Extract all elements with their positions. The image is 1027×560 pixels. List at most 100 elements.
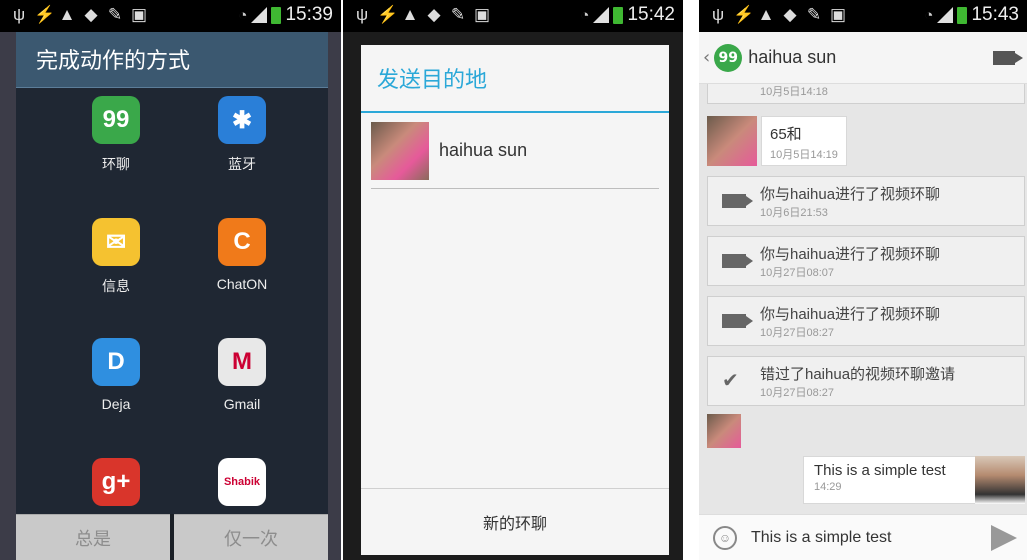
missed-call-icon: ✔ [722,370,739,392]
event-time: 10月5日14:18 [760,86,828,98]
chooser-dialog: 完成动作的方式 99 环聊 ✱ 蓝牙 ✉ 信息 C ChatON D Deja M Gmail g+ Sh… [16,32,328,560]
battery-icon [957,6,968,24]
event-time: 10月27日08:07 [760,266,834,279]
status-right: ◔ 15:43 [924,4,1019,26]
message-time: 10月5日14:19 [770,149,838,161]
compose-bar: ☺ This is a simple test [699,514,1027,560]
app-item[interactable]: 99 环聊 [56,96,176,174]
app-item[interactable]: g+ [56,458,176,516]
avatar [707,116,757,166]
clean-icon: ✎ [450,5,466,24]
dialog-title: 发送目的地 [361,45,669,113]
google-plus-icon: g+ [92,458,140,506]
conversation-title: haihua sun [748,47,837,67]
emoji-icon[interactable]: ☺ [713,525,737,550]
event-time: 10月27日08:27 [760,326,834,339]
video-call-icon[interactable] [993,50,1023,65]
just-once-button[interactable]: 仅一次 [174,514,328,560]
hangouts-icon: 99 [714,43,743,72]
signal-icon [251,7,268,23]
event-row: 你与haihua进行了视频环聊 10月6日21:53 [707,176,1025,226]
share-chooser-screen: ψ ⚡ ▲ ◆ ✎ ▣ ◔ 15:39 完成动作的方式 99 环聊 ✱ 蓝牙 ✉ 信息 C C… [0,0,341,560]
clean-icon: ✎ [107,5,123,24]
status-bar: ψ ⚡ ▲ ◆ ✎ ▣ ◔ 15:43 [699,0,1027,32]
my-avatar [975,456,1025,504]
conversation-screen: ψ ⚡ ▲ ◆ ✎ ▣ ◔ 15:43 ‹ 99 haihua sun 10月5… [699,0,1027,560]
app-item[interactable]: D Deja [56,338,176,412]
app-item[interactable]: Shabik [182,458,302,516]
clock: 15:42 [627,4,675,25]
video-camera-icon [722,254,753,268]
usb-icon: ψ [711,5,725,24]
sync-icon: ⚡ [733,5,755,24]
clock: 15:39 [285,4,333,25]
avatar [371,121,429,180]
chaton-icon: C [218,218,266,266]
notification-icons: ψ ⚡ ▲ ◆ ✎ ▣ [10,6,148,24]
event-time: 10月27日08:27 [760,386,834,399]
notification-icons: ψ ⚡ ▲ ◆ ✎ ▣ [709,6,847,24]
chooser-buttons: 总是 仅一次 [16,514,328,560]
image-icon: ▣ [473,5,491,24]
send-icon[interactable] [991,524,1017,551]
send-to-dialog: 发送目的地 haihua sun 新的环聊 [361,45,669,555]
new-hangout-button[interactable]: 新的环聊 [361,488,669,555]
app-label: 蓝牙 [228,156,256,172]
contact-name: haihua sun [439,140,528,160]
conversation-header: ‹ 99 haihua sun [699,32,1027,84]
back-icon[interactable]: ‹ [703,47,710,68]
signal-icon [937,7,954,23]
usb-icon: ψ [12,5,26,24]
signal-icon [593,7,610,23]
app-icon: ◆ [427,5,441,24]
wifi-icon: ◔ [924,6,934,24]
dialog-title: 完成动作的方式 [16,32,328,88]
event-row: 你与haihua进行了视频环聊 10月27日08:07 [707,236,1025,286]
clock: 15:43 [971,4,1019,25]
app-label: 环聊 [102,156,130,172]
prev-event: 10月5日14:18 [707,84,1025,104]
video-camera-icon [722,314,753,328]
incoming-message: 65和 10月5日14:19 [761,116,847,166]
hangouts-icon: 99 [92,96,140,144]
message-input[interactable]: This is a simple test [751,529,991,547]
always-button[interactable]: 总是 [16,514,170,560]
event-text: 你与haihua进行了视频环聊 [760,185,941,203]
alert-icon: ▲ [401,5,419,24]
image-icon: ▣ [829,5,847,24]
message-text: 65和 [770,126,802,143]
contact-row[interactable]: haihua sun [371,113,659,189]
event-text: 你与haihua进行了视频环聊 [760,245,941,263]
status-bar: ψ ⚡ ▲ ◆ ✎ ▣ ◔ 15:42 [343,0,683,32]
bluetooth-icon: ✱ [218,96,266,144]
avatar [707,414,741,448]
deja-icon: D [92,338,140,386]
app-icon: ◆ [84,5,98,24]
app-item[interactable]: C ChatON [182,218,302,292]
gmail-icon: M [218,338,266,386]
app-item[interactable]: M Gmail [182,338,302,412]
alert-icon: ▲ [757,5,775,24]
sync-icon: ⚡ [377,5,399,24]
wifi-icon: ◔ [580,6,590,24]
usb-icon: ψ [355,5,369,24]
notification-icons: ψ ⚡ ▲ ◆ ✎ ▣ [353,6,491,24]
status-bar: ψ ⚡ ▲ ◆ ✎ ▣ ◔ 15:39 [0,0,341,32]
sync-icon: ⚡ [34,5,56,24]
app-icon: ◆ [783,5,797,24]
event-row: 你与haihua进行了视频环聊 10月27日08:27 [707,296,1025,346]
alert-icon: ▲ [58,5,76,24]
app-label: Gmail [223,396,261,412]
event-text: 你与haihua进行了视频环聊 [760,305,941,323]
clean-icon: ✎ [806,5,822,24]
app-label: ChatON [216,276,268,292]
app-item[interactable]: ✱ 蓝牙 [182,96,302,174]
video-camera-icon [722,194,753,208]
shabik-icon: Shabik [218,458,266,506]
app-label: Deja [101,396,131,412]
send-to-screen: ψ ⚡ ▲ ◆ ✎ ▣ ◔ 15:42 发送目的地 haihua sun 新的环… [343,0,683,560]
app-label: 信息 [102,278,130,294]
app-item[interactable]: ✉ 信息 [56,218,176,296]
battery-icon [271,6,282,24]
status-right: ◔ 15:42 [580,4,675,26]
